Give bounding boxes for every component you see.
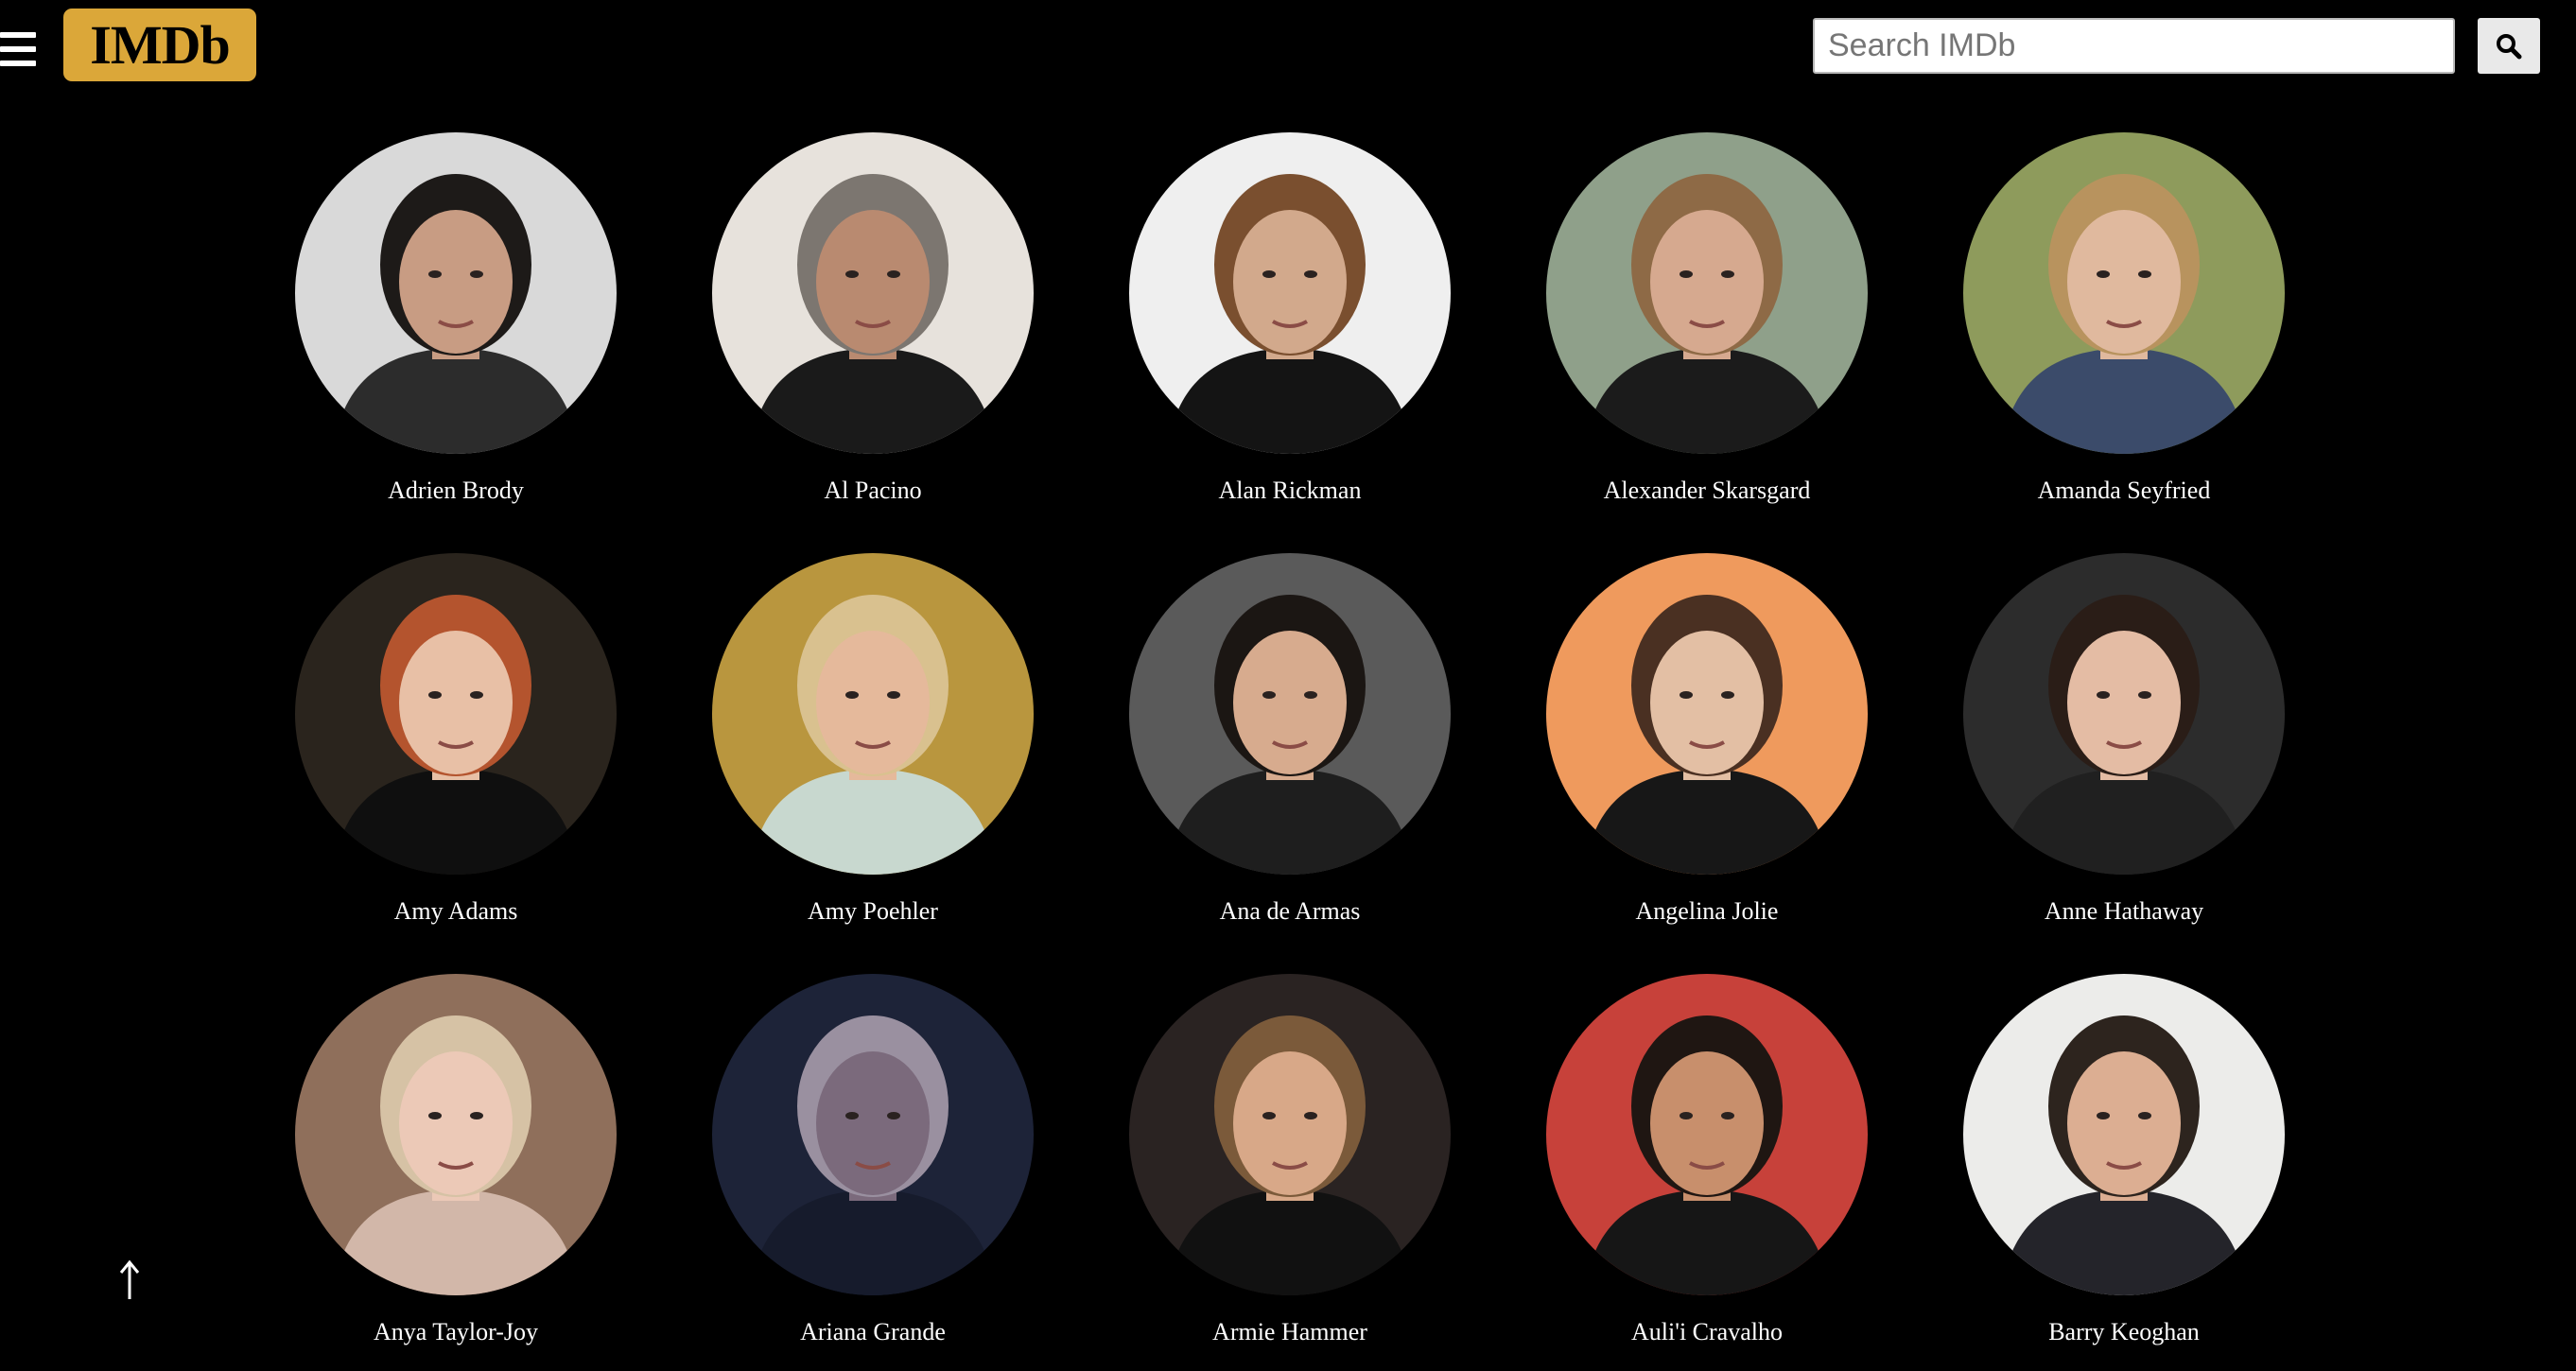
- actor-card[interactable]: Armie Hammer: [1082, 974, 1498, 1371]
- actor-photo[interactable]: [712, 974, 1034, 1295]
- search-input[interactable]: [1813, 18, 2455, 74]
- actor-name[interactable]: Anne Hathaway: [1916, 897, 2332, 926]
- actor-name[interactable]: Ana de Armas: [1082, 897, 1498, 926]
- actor-card[interactable]: Ariana Grande: [665, 974, 1081, 1371]
- actor-name[interactable]: Amy Poehler: [665, 897, 1081, 926]
- search-button[interactable]: [2478, 18, 2540, 74]
- actor-photo[interactable]: [295, 553, 617, 875]
- actor-card[interactable]: Adrien Brody: [248, 132, 664, 529]
- actor-card[interactable]: Amy Poehler: [665, 553, 1081, 950]
- search-icon: [2497, 33, 2522, 59]
- actor-card[interactable]: Amy Adams: [248, 553, 664, 950]
- actor-photo[interactable]: [295, 974, 617, 1295]
- hamburger-menu-icon[interactable]: [0, 32, 36, 66]
- actor-card[interactable]: Alexander Skarsgard: [1499, 132, 1915, 529]
- actor-name[interactable]: Angelina Jolie: [1499, 897, 1915, 926]
- actor-photo[interactable]: [712, 553, 1034, 875]
- actor-card[interactable]: Anya Taylor-Joy: [248, 974, 664, 1371]
- actor-card[interactable]: Al Pacino: [665, 132, 1081, 529]
- actor-photo[interactable]: [1963, 132, 2285, 454]
- actor-name[interactable]: Barry Keoghan: [1916, 1318, 2332, 1346]
- actor-photo[interactable]: [1129, 132, 1451, 454]
- actor-name[interactable]: Adrien Brody: [248, 477, 664, 505]
- actor-card[interactable]: Amanda Seyfried: [1916, 132, 2332, 529]
- actor-photo[interactable]: [1546, 553, 1868, 875]
- actor-photo[interactable]: [1546, 974, 1868, 1295]
- actor-name[interactable]: Ariana Grande: [665, 1318, 1081, 1346]
- actor-photo[interactable]: [1129, 553, 1451, 875]
- actor-photo[interactable]: [1963, 553, 2285, 875]
- top-bar: IMDb: [0, 0, 2576, 95]
- actor-photo[interactable]: [1546, 132, 1868, 454]
- actor-name[interactable]: Armie Hammer: [1082, 1318, 1498, 1346]
- actor-card[interactable]: Alan Rickman: [1082, 132, 1498, 529]
- actor-card[interactable]: Angelina Jolie: [1499, 553, 1915, 950]
- actor-name[interactable]: Anya Taylor-Joy: [248, 1318, 664, 1346]
- actor-name[interactable]: Alan Rickman: [1082, 477, 1498, 505]
- actor-name[interactable]: Amanda Seyfried: [1916, 477, 2332, 505]
- actor-photo[interactable]: [1963, 974, 2285, 1295]
- actor-name[interactable]: Amy Adams: [248, 897, 664, 926]
- actor-name[interactable]: Alexander Skarsgard: [1499, 477, 1915, 505]
- actor-photo[interactable]: [1129, 974, 1451, 1295]
- imdb-logo[interactable]: IMDb: [63, 9, 256, 81]
- actor-card[interactable]: Barry Keoghan: [1916, 974, 2332, 1371]
- actor-name[interactable]: Al Pacino: [665, 477, 1081, 505]
- up-arrow-icon[interactable]: [113, 1258, 146, 1303]
- actor-card[interactable]: Ana de Armas: [1082, 553, 1498, 950]
- actor-name[interactable]: Auli'i Cravalho: [1499, 1318, 1915, 1346]
- actor-card[interactable]: Auli'i Cravalho: [1499, 974, 1915, 1371]
- actor-photo[interactable]: [712, 132, 1034, 454]
- actor-photo[interactable]: [295, 132, 617, 454]
- actor-card[interactable]: Anne Hathaway: [1916, 553, 2332, 950]
